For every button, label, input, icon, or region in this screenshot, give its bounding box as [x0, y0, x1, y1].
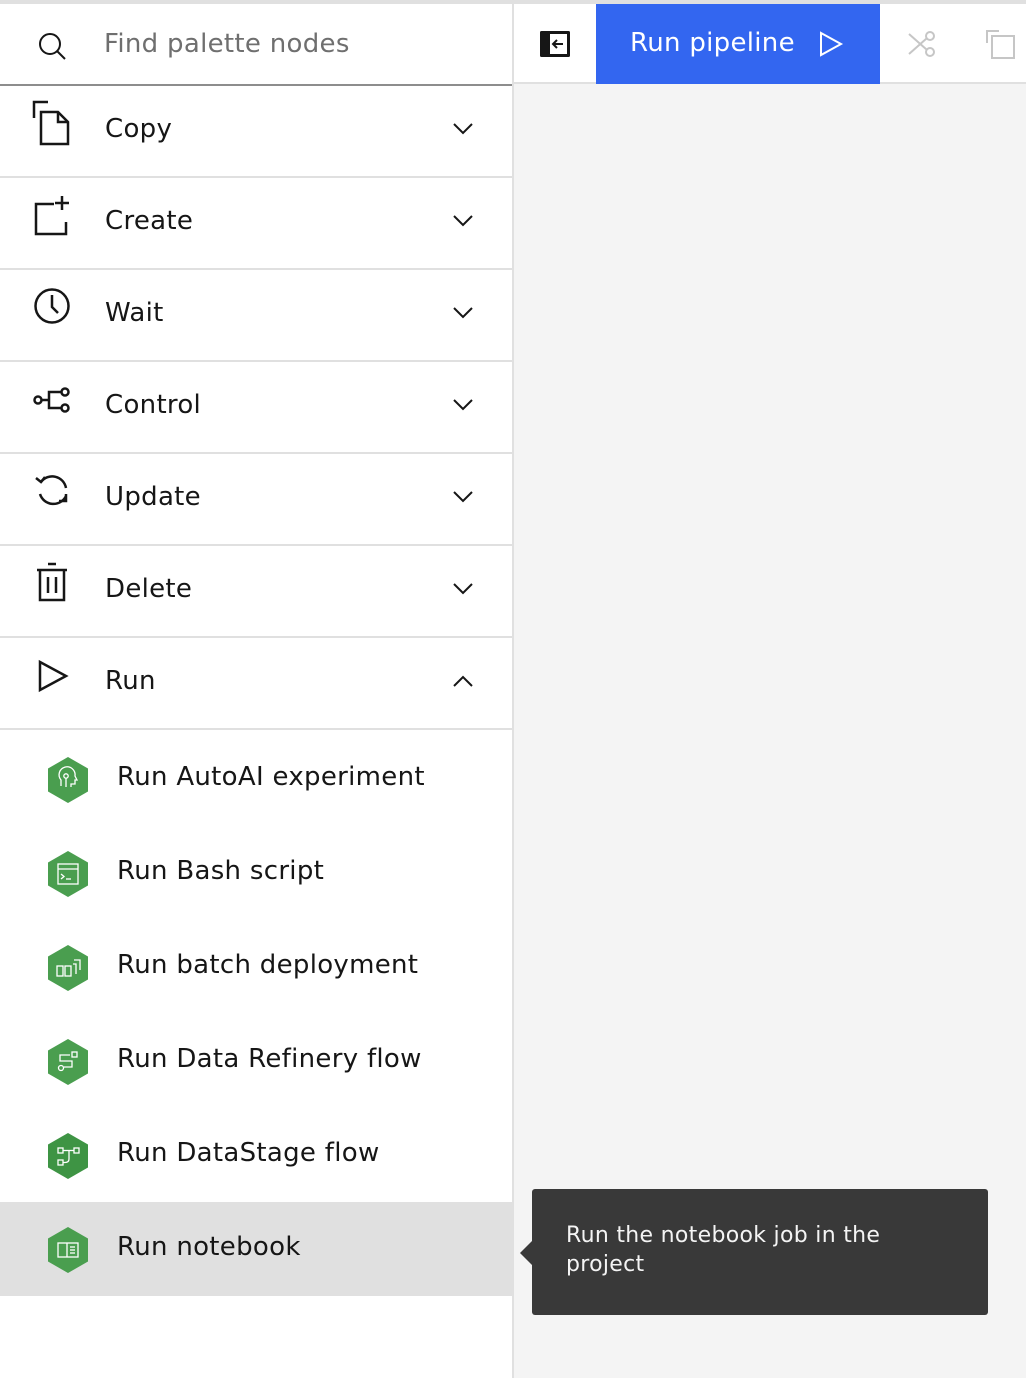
chevron-up-icon [453, 675, 473, 687]
run-pipeline-button[interactable]: Run pipeline [596, 4, 880, 84]
category-label: Update [105, 482, 201, 512]
copy-icon [32, 100, 70, 146]
category-update[interactable]: Update [0, 454, 512, 546]
copy-icon [986, 30, 1015, 59]
data-refinery-icon [48, 1039, 88, 1085]
palette-search [0, 4, 512, 86]
notebook-icon [48, 1227, 88, 1273]
clock-icon [34, 288, 70, 324]
close-palette-icon [540, 31, 570, 57]
palette-node-run-bash[interactable]: Run Bash script [0, 826, 512, 920]
category-label: Run [105, 666, 156, 696]
node-tooltip: Run the notebook job in the project [520, 1189, 988, 1315]
tooltip-text: Run the notebook job in the project [566, 1223, 881, 1277]
category-label: Delete [105, 574, 193, 604]
terminal-icon [48, 851, 88, 897]
scissors-icon [908, 31, 935, 57]
node-label: Run Data Refinery flow [117, 1044, 422, 1074]
play-icon [38, 659, 69, 693]
node-label: Run Bash script [117, 856, 325, 886]
create-icon [34, 196, 69, 236]
category-control[interactable]: Control [0, 362, 512, 454]
node-label: Run AutoAI experiment [117, 762, 425, 792]
chevron-down-icon [453, 307, 473, 319]
run-pipeline-label: Run pipeline [630, 28, 795, 58]
batch-deployment-icon [48, 945, 88, 991]
refresh-icon [35, 475, 68, 506]
search-icon [39, 33, 66, 60]
node-label: Run batch deployment [117, 950, 419, 980]
category-delete[interactable]: Delete [0, 546, 512, 638]
category-run[interactable]: Run [0, 638, 512, 730]
palette-node-run-autoai[interactable]: Run AutoAI experiment [0, 732, 512, 826]
node-palette: Copy Create Wait [0, 4, 514, 1378]
category-create[interactable]: Create [0, 178, 512, 270]
category-label: Create [105, 206, 194, 236]
palette-node-run-batch-deployment[interactable]: Run batch deployment [0, 920, 512, 1014]
palette-search-input[interactable] [104, 22, 484, 66]
cut-button[interactable] [902, 24, 942, 64]
tooltip-caret [520, 1241, 532, 1265]
copy-button[interactable] [980, 24, 1020, 64]
datastage-icon [48, 1133, 88, 1179]
autoai-icon [48, 757, 88, 803]
node-label: Run DataStage flow [117, 1138, 380, 1168]
chevron-down-icon [453, 491, 473, 503]
node-label: Run notebook [117, 1232, 301, 1262]
category-label: Wait [105, 298, 164, 328]
category-wait[interactable]: Wait [0, 270, 512, 362]
category-label: Control [105, 390, 202, 420]
trash-icon [37, 562, 67, 602]
play-icon [820, 31, 844, 57]
chevron-down-icon [453, 583, 473, 595]
palette-node-run-notebook[interactable]: Run notebook [0, 1202, 512, 1296]
palette-node-run-datastage[interactable]: Run DataStage flow [0, 1108, 512, 1202]
toggle-palette-button[interactable] [514, 4, 596, 84]
category-copy[interactable]: Copy [0, 86, 512, 178]
chevron-down-icon [453, 215, 473, 227]
pipeline-canvas[interactable] [514, 86, 1026, 1378]
chevron-down-icon [453, 123, 473, 135]
category-label: Copy [105, 114, 173, 144]
pipeline-editor: Copy Create Wait [0, 0, 1026, 1378]
flow-icon [33, 387, 70, 413]
canvas-toolbar: Run pipeline [514, 4, 1026, 84]
chevron-down-icon [453, 399, 473, 411]
palette-node-run-data-refinery[interactable]: Run Data Refinery flow [0, 1014, 512, 1108]
